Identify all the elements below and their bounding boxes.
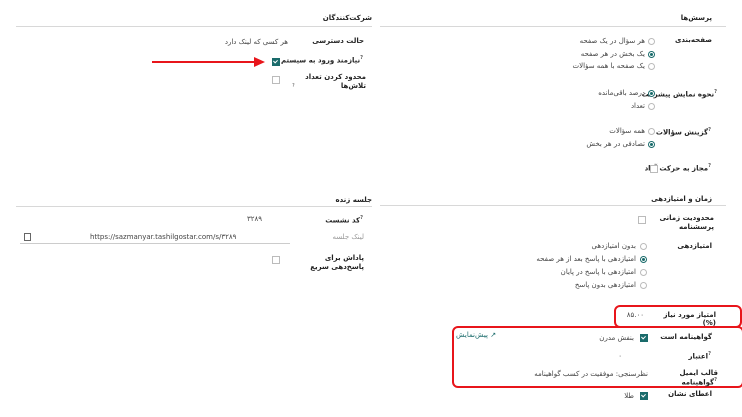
credit-label-text: اعتبار	[688, 352, 709, 361]
required-score-input[interactable]: ۸۵.۰۰	[620, 311, 644, 319]
scoring-radio[interactable]	[640, 269, 647, 276]
login-required-checkbox[interactable]	[272, 58, 280, 66]
cert-email-template-label: قالب ایمیل گواهینامه?	[646, 369, 718, 386]
is-certification-checkbox[interactable]	[640, 334, 648, 342]
external-link-icon: ↗	[490, 331, 497, 339]
copy-icon[interactable]	[24, 233, 31, 241]
pagination-radio[interactable]	[648, 63, 655, 70]
time-limit-checkbox[interactable]	[638, 216, 646, 224]
credit-value[interactable]: ۰	[600, 352, 622, 360]
session-link-field[interactable]: https://sazmanyar.tashilgostar.com/s/۳۲۸…	[20, 232, 290, 244]
scoring-radio[interactable]	[640, 256, 647, 263]
session-code-value: ۳۲۸۹	[246, 215, 262, 223]
scoring-option-label: امتیازدهی بدون پاسخ	[574, 281, 636, 289]
session-link-value: https://sazmanyar.tashilgostar.com/s/۳۲۸…	[90, 233, 237, 241]
certification-style-select[interactable]: بنفش مدرن	[590, 334, 634, 342]
help-icon: ?	[360, 55, 363, 61]
scoring-label: امتیازدهی	[677, 242, 712, 250]
pagination-option-label: یک بخش در هر صفحه	[580, 49, 645, 58]
preview-link[interactable]: پیش‌نمایش ↗	[456, 331, 496, 339]
time-limit-label: محدودیت زمانی پرسشنامه	[659, 214, 714, 231]
progress-radio[interactable]	[648, 103, 655, 110]
scoring-option-label: امتیازدهی با پاسخ در پایان	[560, 268, 636, 276]
question-selection-text: گزینش سؤالات	[655, 128, 709, 137]
scoring-option-label: امتیازدهی با پاسخ بعد از هر صفحه	[536, 255, 636, 263]
scoring-option-label: بدون امتیازدهی	[591, 242, 636, 250]
pagination-option-label: یک صفحه با همه سؤالات	[572, 62, 645, 70]
help-icon: ?	[708, 127, 711, 133]
is-certification-label: گواهینامه است	[660, 333, 712, 341]
time-scoring-section-title: زمان و امتیازدهی	[651, 195, 712, 203]
fast-reward-checkbox[interactable]	[272, 256, 280, 264]
badge-select[interactable]: طلا	[612, 392, 634, 400]
time-scoring-divider	[380, 205, 726, 206]
session-link-label: لینک جلسه	[332, 233, 365, 241]
question-selection-radio[interactable]	[648, 128, 655, 135]
progress-option-label: درصد باقی‌مانده	[598, 89, 645, 97]
fast-reward-label: پاداش برای پاسخ‌دهی سریع	[310, 254, 364, 271]
live-session-section-title: جلسه زنده	[335, 196, 372, 204]
login-required-label: نیازمند ورود به سیستم?	[280, 55, 364, 64]
questions-divider	[380, 26, 726, 27]
progress-radio[interactable]	[648, 90, 655, 97]
access-mode-value[interactable]: هر کسی که لینک دارد	[170, 38, 288, 46]
question-selection-option-label: تصادفی در هر بخش	[586, 140, 645, 148]
limit-attempts-label: محدود کردن تعداد تلاش‌ها	[305, 73, 366, 90]
help-icon: ?	[292, 83, 295, 89]
question-selection-option-label: همه سؤالات	[609, 127, 645, 135]
cert-email-template-select[interactable]: نظرسنجی: موفقیت در کسب گواهینامه	[512, 370, 648, 378]
annotation-arrow	[152, 57, 265, 67]
help-icon: ?	[708, 163, 711, 169]
question-selection-radio[interactable]	[648, 141, 655, 148]
progress-option-label: تعداد	[630, 102, 645, 110]
help-icon: ?	[360, 215, 363, 221]
scoring-radio[interactable]	[640, 243, 647, 250]
questions-section-title: پرسش‌ها	[680, 14, 712, 22]
limit-attempts-checkbox[interactable]	[272, 76, 280, 84]
free-navigation-checkbox[interactable]	[650, 165, 658, 173]
cert-email-template-text: قالب ایمیل گواهینامه	[679, 369, 718, 387]
pagination-radio[interactable]	[648, 38, 655, 45]
give-badge-checkbox[interactable]	[640, 392, 648, 400]
help-icon: ?	[714, 377, 717, 383]
help-icon: ?	[708, 351, 711, 357]
participants-divider	[16, 26, 372, 27]
scoring-radio[interactable]	[640, 282, 647, 289]
credit-label: اعتبار?	[680, 351, 712, 360]
give-badge-label: اعطای نشان	[668, 390, 712, 398]
required-score-label: امتیاز مورد نیاز (%)	[663, 311, 716, 327]
login-required-text: نیازمند ورود به سیستم	[280, 56, 361, 65]
pagination-option-label: هر سؤال در یک صفحه	[579, 37, 645, 45]
help-icon: ?	[714, 89, 717, 95]
session-code-label: کد نشست?	[296, 215, 364, 224]
pagination-radio[interactable]	[648, 50, 655, 58]
live-session-divider	[16, 206, 372, 207]
participants-section-title: شرکت‌کنندگان	[322, 14, 372, 22]
session-code-text: کد نشست	[325, 216, 361, 225]
access-mode-label: حالت دسترسی	[312, 37, 364, 45]
preview-link-text: پیش‌نمایش	[456, 331, 488, 339]
